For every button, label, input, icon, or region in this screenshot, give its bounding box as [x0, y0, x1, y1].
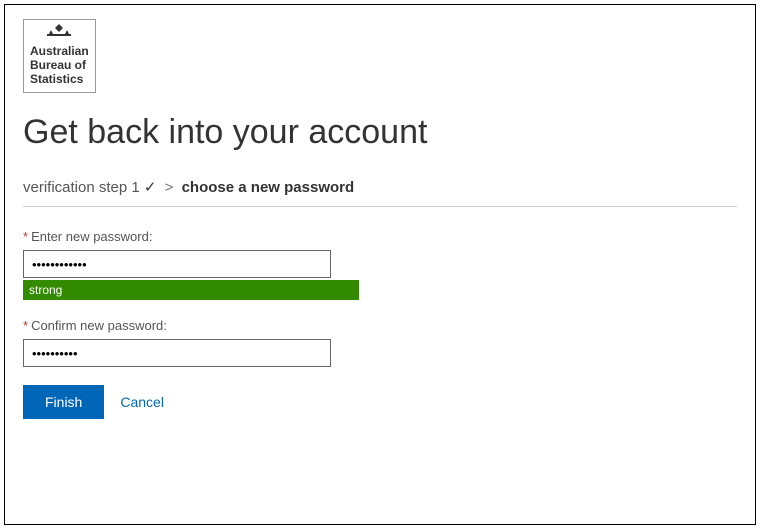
page-title: Get back into your account — [23, 113, 737, 152]
finish-button[interactable]: Finish — [23, 385, 104, 419]
confirm-password-label: *Confirm new password: — [23, 318, 737, 333]
cancel-link[interactable]: Cancel — [120, 394, 164, 410]
breadcrumb-step-1: verification step 1 — [23, 179, 140, 196]
page-frame: Australian Bureau of Statistics Get back… — [4, 4, 756, 525]
org-logo: Australian Bureau of Statistics — [23, 19, 96, 93]
logo-line-1: Australian — [30, 45, 89, 59]
new-password-input[interactable] — [23, 250, 331, 278]
divider — [23, 206, 737, 207]
logo-line-3: Statistics — [30, 73, 89, 87]
breadcrumb-current: choose a new password — [182, 179, 355, 196]
new-password-group: *Enter new password: strong — [23, 229, 737, 300]
confirm-password-group: *Confirm new password: — [23, 318, 737, 367]
confirm-password-input[interactable] — [23, 339, 331, 367]
new-password-label: *Enter new password: — [23, 229, 737, 244]
breadcrumb: verification step 1 ✓ > choose a new pas… — [23, 178, 737, 196]
required-marker: * — [23, 229, 28, 244]
actions-row: Finish Cancel — [23, 385, 737, 419]
crest-icon — [30, 22, 89, 43]
password-strength-bar: strong — [23, 280, 359, 300]
logo-line-2: Bureau of — [30, 59, 89, 73]
required-marker: * — [23, 318, 28, 333]
checkmark-icon: ✓ — [144, 179, 157, 196]
breadcrumb-separator: > — [165, 179, 174, 196]
